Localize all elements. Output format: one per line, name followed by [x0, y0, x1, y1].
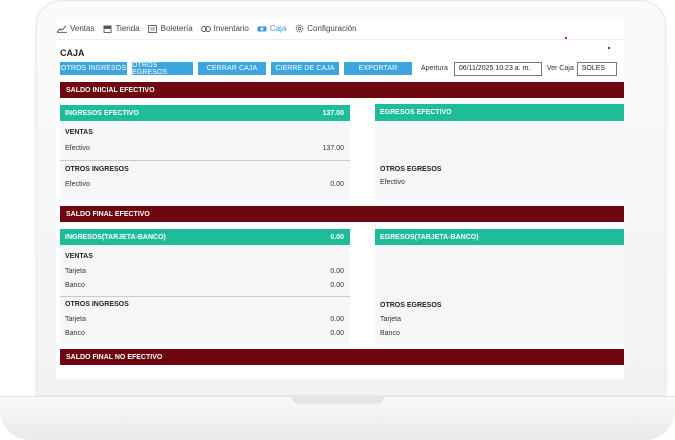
- item-label: Efectivo: [65, 181, 90, 188]
- cierre-de-caja-button[interactable]: CIERRE DE CAJA: [271, 62, 339, 75]
- nav-label: Tienda: [115, 24, 140, 33]
- divider: [60, 160, 350, 161]
- list-item: Banco 0.00: [65, 282, 344, 289]
- list-item: Tarjeta: [380, 316, 618, 323]
- item-value: 0.00: [330, 268, 344, 275]
- card-total: 0.00: [330, 233, 344, 241]
- laptop-notch: [292, 397, 384, 404]
- nav-label: Ventas: [70, 24, 95, 33]
- card-header: INGRESOS(TARJETA-BANCO) 0.00: [60, 229, 350, 245]
- cash-icon: [257, 25, 267, 33]
- apertura-label: Apertura: [421, 65, 448, 72]
- inventory-icon: [200, 25, 211, 33]
- item-label: Banco: [65, 282, 85, 289]
- toolbar: OTROS INGRESOS OTROS EGRESOS CERRAR CAJA…: [60, 61, 617, 76]
- list-item: Tarjeta 0.00: [65, 268, 344, 275]
- nav-label: Configuración: [307, 24, 357, 33]
- section-title: OTROS EGRESOS: [380, 302, 442, 309]
- item-label: Banco: [380, 330, 400, 337]
- section-title: OTROS INGRESOS: [65, 301, 129, 308]
- card-title: EGRESOS EFECTIVO: [380, 109, 452, 116]
- card-title: EGRESOS(TARJETA-BANCO): [380, 233, 479, 241]
- top-nav: Ventas Tienda Boletería Inventario Caja: [56, 18, 624, 40]
- chart-icon: [57, 25, 67, 33]
- app-screen: Ventas Tienda Boletería Inventario Caja: [56, 18, 624, 379]
- item-label: Efectivo: [65, 145, 90, 152]
- item-value: 137.00: [322, 145, 344, 152]
- item-value: 0.00: [330, 282, 344, 289]
- item-label: Tarjeta: [65, 316, 87, 323]
- gear-icon: [294, 24, 304, 33]
- nav-item-boleteria[interactable]: Boletería: [148, 24, 193, 33]
- section-title: VENTAS: [65, 253, 93, 260]
- list-item: Banco 0.00: [65, 330, 344, 337]
- otros-egresos-button[interactable]: OTROS EGRESOS: [132, 62, 193, 76]
- card-header: EGRESOS EFECTIVO: [375, 104, 624, 121]
- red-dot: [608, 47, 610, 49]
- egresos-tarjeta-banco-card: EGRESOS(TARJETA-BANCO) OTROS EGRESOS Tar…: [375, 229, 624, 344]
- nav-item-inventario[interactable]: Inventario: [200, 24, 249, 33]
- nav-item-tienda[interactable]: Tienda: [102, 24, 140, 33]
- divider: [60, 296, 350, 297]
- card-title: INGRESOS(TARJETA-BANCO): [65, 233, 166, 241]
- item-value: 0.00: [330, 330, 344, 337]
- ver-caja-select[interactable]: SOLES: [576, 61, 617, 76]
- store-icon: [102, 25, 112, 33]
- ticket-icon: [148, 24, 158, 33]
- item-label: Banco: [65, 330, 85, 337]
- item-label: Tarjeta: [65, 268, 87, 275]
- section-title: OTROS INGRESOS: [65, 166, 129, 173]
- list-item: Efectivo: [380, 179, 618, 186]
- list-item: Tarjeta 0.00: [65, 316, 344, 323]
- card-header: INGRESOS EFECTIVO 137.00: [60, 105, 350, 121]
- nav-label: Inventario: [213, 24, 249, 33]
- cerrar-caja-button[interactable]: CERRAR CAJA: [198, 62, 266, 75]
- list-item: Efectivo 137.00: [65, 145, 344, 152]
- nav-label: Boletería: [160, 24, 193, 33]
- list-item: Efectivo 0.00: [65, 181, 344, 188]
- egresos-efectivo-card: EGRESOS EFECTIVO OTROS EGRESOS Efectivo: [375, 104, 624, 200]
- red-dot: [565, 37, 567, 39]
- item-value: 0.00: [330, 316, 344, 323]
- card-total: 137.00: [322, 109, 344, 117]
- nav-item-ventas[interactable]: Ventas: [57, 24, 94, 33]
- otros-ingresos-button[interactable]: OTROS INGRESOS: [60, 62, 127, 75]
- nav-item-caja[interactable]: Caja: [257, 24, 286, 33]
- item-label: Efectivo: [380, 179, 405, 186]
- exportar-button[interactable]: EXPORTAR: [344, 62, 412, 75]
- section-title: OTROS EGRESOS: [380, 166, 442, 173]
- item-value: 0.00: [330, 181, 344, 188]
- nav-label: Caja: [269, 24, 287, 33]
- saldo-no-efectivo-band: SALDO FINAL NO EFECTIVO: [60, 349, 624, 365]
- saldo-inicial-band: SALDO INICIAL EFECTIVO: [60, 82, 624, 98]
- ingresos-tarjeta-banco-card: INGRESOS(TARJETA-BANCO) 0.00 VENTAS Tarj…: [60, 229, 350, 344]
- laptop-base: [0, 396, 675, 440]
- nav-item-configuracion[interactable]: Configuración: [294, 24, 357, 33]
- section-title: VENTAS: [65, 129, 93, 136]
- ver-caja-label: Ver Caja: [546, 65, 574, 72]
- list-item: Banco: [380, 330, 618, 337]
- item-label: Tarjeta: [380, 316, 402, 323]
- card-header: EGRESOS(TARJETA-BANCO): [375, 229, 624, 245]
- saldo-final-band: SALDO FINAL EFECTIVO: [60, 206, 624, 222]
- apertura-datetime-field[interactable]: 06/11/2025 10:23 a. m.: [453, 61, 542, 76]
- ingresos-efectivo-card: INGRESOS EFECTIVO 137.00 VENTAS Efectivo…: [60, 105, 350, 200]
- card-title: INGRESOS EFECTIVO: [65, 109, 139, 117]
